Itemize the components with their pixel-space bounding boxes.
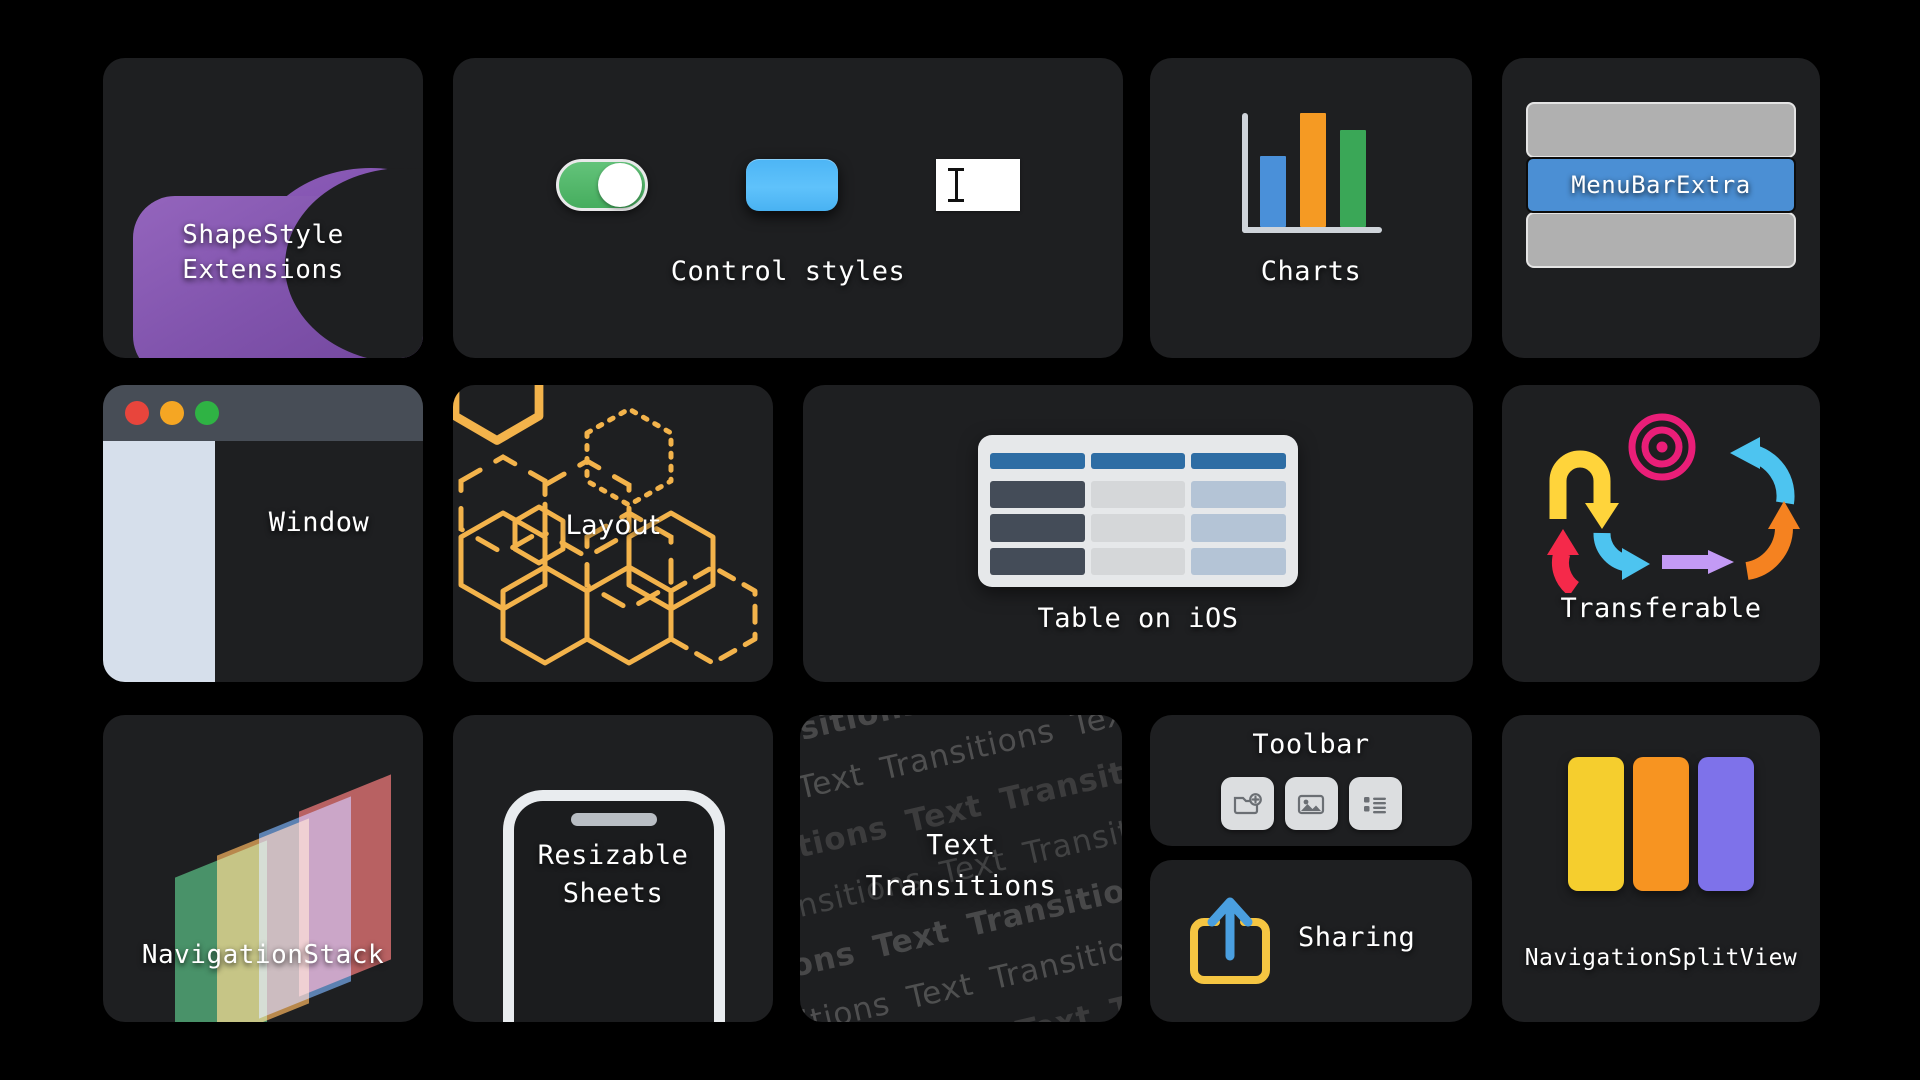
card-layout[interactable]: Layout bbox=[453, 385, 773, 682]
card-resizable-sheets[interactable]: Resizable Sheets bbox=[453, 715, 773, 1022]
card-title-navigationsplitview: NavigationSplitView bbox=[1524, 945, 1798, 971]
toolbar-buttons bbox=[1150, 777, 1472, 830]
table-cell bbox=[1090, 547, 1186, 575]
table-cell bbox=[990, 514, 1085, 542]
photo-icon[interactable] bbox=[1284, 777, 1338, 830]
split-columns-graphic bbox=[1502, 757, 1820, 891]
card-title-transferable: Transferable bbox=[1560, 593, 1762, 624]
card-title-navigationstack: NavigationStack bbox=[141, 940, 385, 970]
table-cell bbox=[990, 480, 1085, 508]
card-title-shapestyle-extensions: ShapeStyle Extensions bbox=[182, 220, 344, 286]
card-grid: ShapeStyle Extensions Control styles Cha… bbox=[0, 0, 1920, 1080]
card-navigationstack[interactable]: NavigationStack bbox=[103, 715, 423, 1022]
transfer-arrows-graphic bbox=[1502, 403, 1820, 596]
chart-x-axis bbox=[1242, 227, 1382, 233]
card-title-text-transitions: Text Transitions bbox=[865, 828, 1057, 902]
table-cell bbox=[1090, 514, 1186, 542]
text-cursor-icon bbox=[948, 168, 964, 202]
card-title-control-styles: Control styles bbox=[670, 256, 906, 287]
table-cell bbox=[1191, 480, 1286, 508]
card-title-charts: Charts bbox=[1260, 256, 1362, 287]
maximize-button-icon[interactable] bbox=[195, 401, 219, 425]
card-table-on-ios[interactable]: Table on iOS bbox=[803, 385, 1473, 682]
text-field-sample[interactable] bbox=[936, 159, 1020, 211]
minimize-button-icon[interactable] bbox=[160, 401, 184, 425]
menu-row-selected[interactable]: MenuBarExtra bbox=[1526, 157, 1796, 213]
table-cell bbox=[990, 547, 1085, 575]
menu-row-bottom[interactable] bbox=[1526, 212, 1796, 268]
card-title-layout: Layout bbox=[565, 510, 661, 541]
chart-bar bbox=[1260, 156, 1286, 227]
toggle-knob bbox=[598, 163, 642, 207]
stack-sheet bbox=[175, 840, 267, 1022]
card-text-transitions[interactable]: Text Transitions Text Transitions Text T… bbox=[800, 715, 1122, 1022]
card-menubarextra[interactable]: MenuBarExtra bbox=[1502, 58, 1820, 358]
share-icon bbox=[1186, 892, 1284, 990]
table-graphic bbox=[978, 435, 1298, 587]
table-header-cell bbox=[1191, 452, 1286, 469]
card-sharing[interactable]: Sharing bbox=[1150, 860, 1472, 1022]
card-title-resizable-sheets: Resizable Sheets bbox=[537, 840, 689, 909]
window-sidebar bbox=[103, 441, 215, 682]
window-titlebar bbox=[103, 385, 423, 441]
stacked-sheets-graphic bbox=[103, 715, 423, 1022]
chart-bar bbox=[1300, 113, 1326, 227]
split-column bbox=[1633, 757, 1689, 891]
menu-row-top[interactable] bbox=[1526, 102, 1796, 158]
list-bullet-icon[interactable] bbox=[1348, 777, 1402, 830]
card-transferable[interactable]: Transferable bbox=[1502, 385, 1820, 682]
split-column bbox=[1568, 757, 1624, 891]
chart-bar bbox=[1340, 130, 1366, 227]
close-button-icon[interactable] bbox=[125, 401, 149, 425]
split-column bbox=[1698, 757, 1754, 891]
table-header-cell bbox=[1090, 452, 1186, 469]
phone-speaker-icon bbox=[571, 813, 657, 826]
table-cell bbox=[1191, 514, 1286, 542]
card-control-styles[interactable]: Control styles bbox=[453, 58, 1123, 358]
target-icon bbox=[1628, 413, 1696, 481]
card-title-sharing: Sharing bbox=[1298, 922, 1416, 953]
toggle-switch[interactable] bbox=[556, 159, 648, 211]
card-title-toolbar: Toolbar bbox=[1252, 729, 1370, 760]
chart-y-axis bbox=[1242, 113, 1248, 233]
menu-rows-stack: MenuBarExtra bbox=[1526, 102, 1796, 268]
card-navigationsplitview[interactable]: NavigationSplitView bbox=[1502, 715, 1820, 1022]
blue-button-sample[interactable] bbox=[746, 159, 838, 211]
card-title-table-on-ios: Table on iOS bbox=[1037, 603, 1239, 634]
card-charts[interactable]: Charts bbox=[1150, 58, 1472, 358]
card-title-menubarextra: MenuBarExtra bbox=[1571, 171, 1751, 199]
control-samples-row bbox=[453, 150, 1123, 220]
table-cell bbox=[1090, 480, 1186, 508]
card-title-window: Window bbox=[268, 507, 370, 538]
table-header-cell bbox=[990, 452, 1085, 469]
folder-plus-icon[interactable] bbox=[1220, 777, 1274, 830]
card-toolbar[interactable]: Toolbar bbox=[1150, 715, 1472, 846]
card-shapestyle-extensions[interactable]: ShapeStyle Extensions bbox=[103, 58, 423, 358]
card-window[interactable]: Window bbox=[103, 385, 423, 682]
table-cell bbox=[1191, 547, 1286, 575]
bar-chart-graphic bbox=[1242, 113, 1382, 233]
